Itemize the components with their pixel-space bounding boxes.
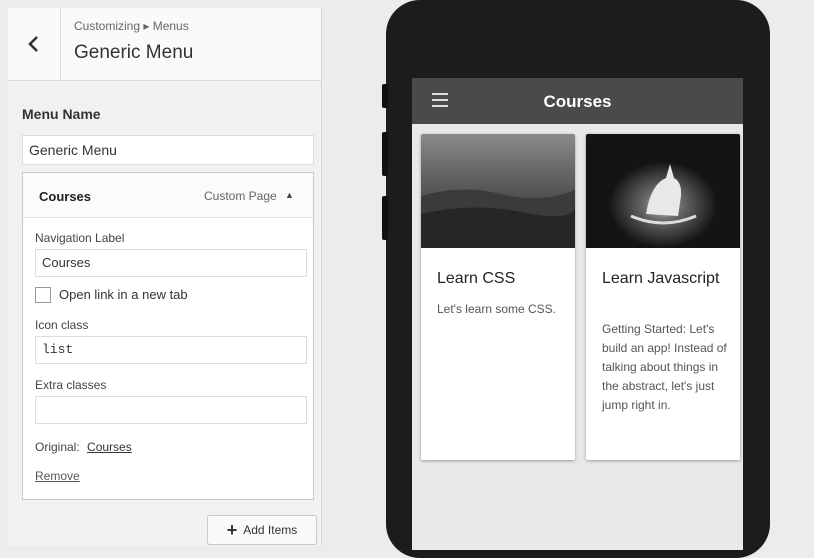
- menu-item-courses: Courses Custom Page ▲ Navigation Label C…: [22, 172, 314, 500]
- menu-item-header[interactable]: Courses Custom Page ▲: [23, 173, 313, 218]
- icon-class-label: Icon class: [35, 318, 89, 332]
- panel-title: Generic Menu: [74, 42, 194, 63]
- breadcrumb: Customizing ▸ Menus: [74, 19, 189, 33]
- card-title: Learn CSS: [437, 270, 516, 287]
- menu-name-input[interactable]: Generic Menu: [22, 135, 314, 165]
- new-tab-label: Open link in a new tab: [59, 287, 188, 302]
- navigation-label-label: Navigation Label: [35, 231, 125, 245]
- add-items-label: Add Items: [243, 523, 298, 537]
- add-items-button[interactable]: + Add Items: [207, 515, 317, 545]
- phone-preview: Courses Learn CSS Let's learn some CSS.: [386, 0, 770, 558]
- card-image-landscape: [421, 134, 575, 248]
- back-button[interactable]: [8, 8, 61, 80]
- remove-link[interactable]: Remove: [35, 469, 80, 483]
- course-card-css[interactable]: Learn CSS Let's learn some CSS.: [421, 134, 575, 460]
- panel-header: Customizing ▸ Menus Generic Menu: [8, 8, 321, 81]
- card-text: Let's learn some CSS.: [437, 302, 557, 316]
- menu-name-label: Menu Name: [22, 106, 101, 122]
- menu-item-type: Custom Page: [204, 189, 277, 203]
- menu-item-title: Courses: [39, 189, 92, 204]
- extra-classes-input[interactable]: [35, 396, 307, 424]
- phone-side-button: [382, 132, 388, 176]
- original-link[interactable]: Courses: [87, 440, 132, 454]
- original-row: Original: Courses: [35, 440, 132, 454]
- phone-screen: Courses Learn CSS Let's learn some CSS.: [412, 78, 743, 550]
- customizer-panel: Customizing ▸ Menus Generic Menu Menu Na…: [8, 8, 322, 546]
- chevron-up-icon[interactable]: ▲: [285, 190, 294, 200]
- navigation-label-input[interactable]: Courses: [35, 249, 307, 277]
- app-title: Courses: [543, 92, 612, 111]
- new-tab-checkbox[interactable]: [35, 287, 51, 303]
- card-text: Getting Started: Let's build an app! Ins…: [602, 322, 727, 412]
- app-bar: Courses: [412, 78, 743, 124]
- extra-classes-label: Extra classes: [35, 378, 107, 392]
- icon-class-input[interactable]: list: [35, 336, 307, 364]
- phone-side-button: [382, 196, 388, 240]
- card-image-unicorn: [586, 134, 740, 248]
- card-title: Learn Javascript: [602, 270, 720, 287]
- phone-side-button: [382, 84, 388, 108]
- original-label: Original:: [35, 440, 80, 454]
- plus-icon: +: [226, 520, 238, 540]
- course-card-javascript[interactable]: Learn Javascript Getting Started: Let's …: [586, 134, 740, 460]
- chevron-left-icon: [28, 36, 38, 52]
